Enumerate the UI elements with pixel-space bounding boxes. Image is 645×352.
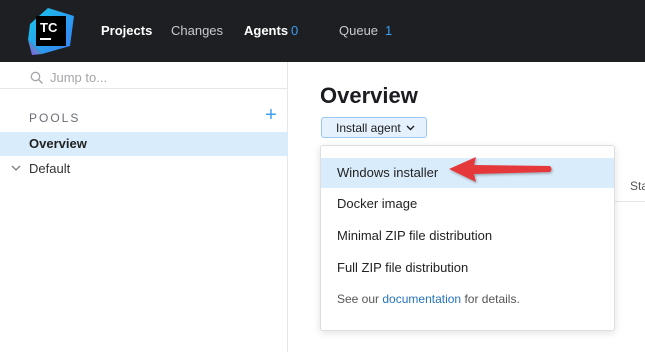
teamcity-logo-icon[interactable]: TC [26,6,76,56]
sidebar-item-overview[interactable]: Overview [0,132,288,156]
chevron-down-icon[interactable] [10,162,22,174]
column-header-partial: Sta [630,179,645,193]
menu-item-minimal-zip[interactable]: Minimal ZIP file distribution [321,221,614,251]
sidebar: Jump to... POOLS + Overview Default [0,62,288,352]
sidebar-item-default[interactable]: Default [0,158,288,178]
search-placeholder: Jump to... [50,70,108,85]
menu-item-label: Minimal ZIP file distribution [337,228,493,243]
sidebar-item-label: Default [29,161,71,176]
documentation-link[interactable]: documentation [382,292,461,306]
annotation-arrow-icon [449,157,552,182]
divider [614,201,645,202]
menu-item-label: Full ZIP file distribution [337,260,469,275]
logo-text: TC [40,20,58,35]
install-agent-button[interactable]: Install agent [321,117,427,138]
note-suffix: for details. [461,292,520,306]
search-icon [30,71,43,84]
nav-changes[interactable]: Changes [171,22,223,40]
menu-item-full-zip[interactable]: Full ZIP file distribution [321,253,614,283]
queue-count-badge: 1 [385,23,393,38]
menu-item-docker-image[interactable]: Docker image [321,189,614,219]
note-prefix: See our [337,292,383,306]
install-agent-label: Install agent [336,121,401,135]
page-title: Overview [320,83,418,108]
search-input[interactable]: Jump to... [30,69,280,89]
documentation-note: See our documentation for details. [337,292,520,306]
chevron-down-icon [406,125,415,131]
nav-agents[interactable]: Agents [244,22,288,40]
agents-count-badge: 0 [291,23,299,38]
divider [0,88,288,89]
menu-item-label: Docker image [337,196,418,211]
add-pool-button[interactable]: + [263,105,279,125]
sidebar-item-label: Overview [29,136,87,151]
nav-projects[interactable]: Projects [101,22,152,40]
top-navigation-bar: TC Projects Changes Agents 0 Queue 1 [0,0,645,62]
menu-item-label: Windows installer [337,165,439,180]
pools-section-label: POOLS [29,111,81,125]
nav-queue[interactable]: Queue [339,22,378,40]
